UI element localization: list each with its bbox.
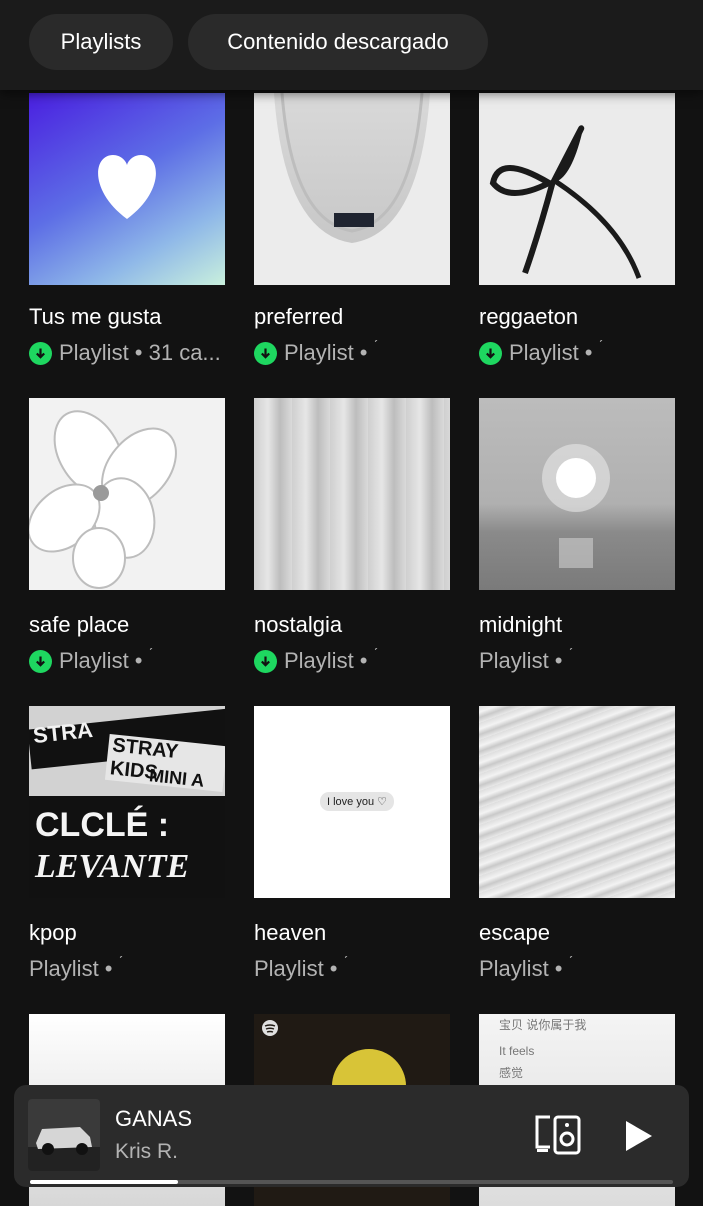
playlist-cover-safe-place[interactable] [29, 398, 225, 590]
playlist-subtitle: Playlist • ˊ [479, 956, 574, 981]
message-bubble: I love you ♡ [320, 792, 395, 811]
now-playing-title[interactable]: GANAS [115, 1106, 192, 1132]
sun-image [542, 444, 610, 568]
art-text: 宝贝 说你属于我 [499, 1018, 587, 1032]
tank-top-image [254, 93, 450, 285]
playlist-title[interactable]: nostalgia [254, 612, 342, 638]
art-text: 感觉 [499, 1066, 524, 1080]
playlist-subtitle: Playlist • ˊ [254, 956, 349, 981]
playlist-title[interactable]: Tus me gusta [29, 304, 161, 330]
downloaded-icon [254, 649, 277, 673]
heart-icon [98, 155, 156, 219]
art-text: It feels [499, 1044, 535, 1058]
now-playing-artist[interactable]: Kris R. [115, 1140, 178, 1164]
playlist-cover-kpop[interactable]: STRA STRAY KIDS MINI A CLCLÉ : LEVANTE [29, 706, 225, 898]
connect-device-icon[interactable] [534, 1113, 584, 1157]
playlist-cover-heaven[interactable]: I love you ♡ [254, 706, 450, 898]
filter-chip-downloaded[interactable]: Contenido descargado [188, 14, 488, 70]
playlist-cover-midnight[interactable] [479, 398, 675, 590]
playlist-title[interactable]: escape [479, 920, 550, 946]
playlist-subtitle: Playlist • ˊ [479, 340, 603, 366]
kpop-art-text: LEVANTE [35, 848, 190, 885]
kpop-art-text: CLCLÉ : [35, 806, 170, 844]
filter-chip-playlists[interactable]: Playlists [29, 14, 173, 70]
playlist-cover-reggaeton[interactable] [479, 93, 675, 285]
play-icon[interactable] [620, 1118, 656, 1154]
flower-image [29, 410, 177, 589]
filter-bar: Playlists Contenido descargado [0, 0, 703, 90]
playlist-cover-liked[interactable] [29, 93, 225, 285]
playlist-title[interactable]: reggaeton [479, 304, 578, 330]
playlist-subtitle: Playlist • ˊ [29, 648, 153, 674]
playlist-title[interactable]: kpop [29, 920, 77, 946]
playlist-subtitle: Playlist • ˊ [479, 648, 574, 673]
playlist-title[interactable]: heaven [254, 920, 326, 946]
playlist-subtitle: Playlist • ˊ [29, 956, 124, 981]
playlist-subtitle: Playlist • ˊ [254, 340, 378, 366]
ribbon-bow-image [489, 125, 642, 279]
playlist-subtitle: Playlist • 31 ca... [29, 340, 225, 366]
playlist-subtitle: Playlist • ˊ [254, 648, 378, 674]
playback-progress-fill [30, 1180, 178, 1184]
playlist-title[interactable]: midnight [479, 612, 562, 638]
playlist-title[interactable]: preferred [254, 304, 343, 330]
downloaded-icon [29, 649, 52, 673]
playback-progress[interactable] [30, 1180, 673, 1184]
playlist-title[interactable]: safe place [29, 612, 129, 638]
playlist-cover-nostalgia[interactable] [254, 398, 450, 590]
downloaded-icon [254, 341, 277, 365]
kpop-art-text: MINI A [148, 765, 206, 791]
playlist-cover-preferred[interactable] [254, 93, 450, 285]
downloaded-icon [479, 341, 502, 365]
downloaded-icon [29, 341, 52, 365]
now-playing-artwork[interactable] [28, 1099, 100, 1171]
mini-player[interactable]: GANAS Kris R. [14, 1085, 689, 1187]
playlist-cover-escape[interactable] [479, 706, 675, 898]
